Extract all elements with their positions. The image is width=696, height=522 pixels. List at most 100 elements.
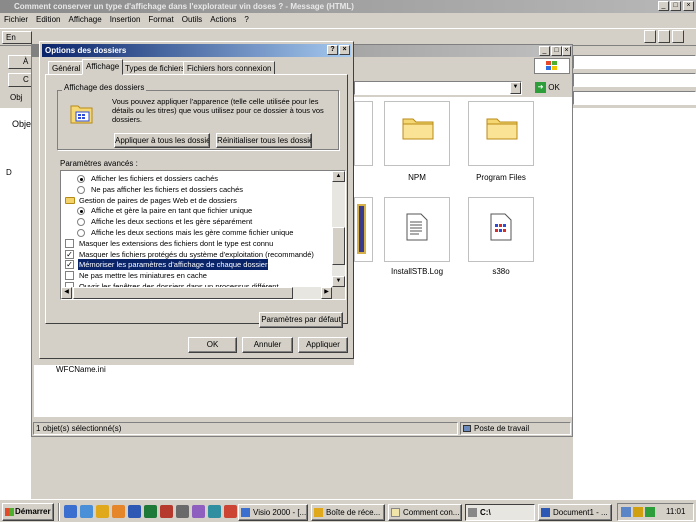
setting-radio[interactable]: [77, 218, 85, 227]
task-inbox[interactable]: Boîte de réce...: [311, 504, 385, 521]
align-center-icon[interactable]: [658, 30, 670, 43]
system-tray: 11:01: [617, 503, 694, 521]
apply-button[interactable]: Appliquer: [298, 337, 348, 353]
folder-icon: [486, 118, 518, 140]
setting-radio[interactable]: [77, 207, 85, 216]
system-file-icon: [490, 213, 512, 241]
menu-outils[interactable]: Outils: [178, 15, 206, 24]
scroll-up-arrow[interactable]: ▲: [332, 171, 345, 182]
to-button[interactable]: À: [8, 55, 33, 69]
quicklaunch-powerpoint-icon[interactable]: [160, 505, 173, 518]
quicklaunch-extra2-icon[interactable]: [208, 505, 221, 518]
tab-types-de-fichiers[interactable]: Types de fichiers: [121, 61, 190, 75]
file-item-s38o[interactable]: [468, 197, 534, 262]
tray-network-icon[interactable]: [621, 507, 631, 517]
file-item-npm[interactable]: [384, 101, 450, 166]
dialog-close-button[interactable]: ×: [339, 45, 350, 55]
maximize-button[interactable]: □: [670, 1, 681, 11]
start-button[interactable]: Démarrer: [2, 503, 54, 521]
menu-help[interactable]: ?: [240, 15, 252, 24]
file-view[interactable]: NPM Program Files InstallSTB.Log s38o: [354, 97, 572, 417]
quicklaunch-extra3-icon[interactable]: [224, 505, 237, 518]
cc-button[interactable]: C: [8, 73, 33, 87]
file-item-partial-2[interactable]: [354, 197, 373, 262]
setting-checkbox[interactable]: [65, 238, 74, 248]
minimize-button[interactable]: _: [658, 1, 669, 11]
setting-label: Masquer les fichiers protégés du système…: [79, 249, 314, 259]
tab-general[interactable]: Général: [48, 61, 85, 75]
task-visio[interactable]: Visio 2000 - [...: [238, 504, 308, 521]
file-item-partial[interactable]: [354, 101, 373, 166]
cancel-button[interactable]: Annuler: [242, 337, 293, 353]
setting-label: Masquer les extensions des fichiers dont…: [79, 238, 274, 248]
quicklaunch-word-icon[interactable]: [128, 505, 141, 518]
file-item-program-files[interactable]: [468, 101, 534, 166]
explorer-maximize-button[interactable]: □: [551, 46, 562, 56]
to-field[interactable]: [573, 55, 696, 69]
menu-actions[interactable]: Actions: [206, 15, 240, 24]
advanced-settings-list[interactable]: Afficher les fichiers et dossiers cachés…: [60, 170, 346, 300]
apply-to-all-folders-button[interactable]: Appliquer à tous les dossiers: [114, 133, 210, 148]
align-right-icon[interactable]: [672, 30, 684, 43]
task-c-drive[interactable]: C:\: [465, 504, 535, 521]
tray-speaker-icon[interactable]: [633, 507, 643, 517]
setting-checkbox[interactable]: ✓: [65, 249, 74, 259]
message-body[interactable]: Obje D: [0, 108, 31, 499]
file-item-installstb[interactable]: [384, 197, 450, 262]
scroll-left-arrow[interactable]: ◀: [61, 287, 72, 299]
task-document1[interactable]: Document1 - ...: [538, 504, 612, 521]
quicklaunch-extra-icon[interactable]: [192, 505, 205, 518]
scroll-thumb[interactable]: [332, 227, 345, 265]
reset-all-folders-button[interactable]: Réinitialiser tous les dossiers: [216, 133, 312, 148]
quicklaunch-excel-icon[interactable]: [144, 505, 157, 518]
quicklaunch-tool-icon[interactable]: [176, 505, 189, 518]
setting-label: Gestion de paires de pages Web et de dos…: [79, 195, 237, 205]
windows-logo-icon: [534, 58, 570, 74]
menu-fichier[interactable]: Fichier: [0, 15, 32, 24]
setting-radio[interactable]: [77, 175, 85, 183]
explorer-close-button[interactable]: ×: [562, 46, 571, 56]
status-location: Poste de travail: [460, 422, 571, 435]
menu-affichage[interactable]: Affichage: [64, 15, 105, 24]
setting-label: Afficher les fichiers et dossiers cachés: [91, 174, 218, 183]
menu-format[interactable]: Format: [144, 15, 177, 24]
setting-radio[interactable]: [77, 229, 85, 237]
align-left-icon[interactable]: [644, 30, 656, 43]
computer-icon: [463, 425, 471, 432]
settings-vscrollbar[interactable]: ▲ ▼: [332, 171, 345, 287]
hscroll-thumb[interactable]: [73, 287, 293, 299]
ok-button[interactable]: OK: [188, 337, 237, 353]
task-comment[interactable]: Comment con...: [388, 504, 462, 521]
quicklaunch-ie-icon[interactable]: [80, 505, 93, 518]
folder-icon: [402, 118, 434, 140]
message-body-right[interactable]: [573, 108, 696, 499]
tab-affichage[interactable]: Affichage: [82, 59, 124, 75]
menu-bar: Fichier Edition Affichage Insertion Format Ou…: [0, 13, 696, 27]
go-button[interactable]: ➜ OK: [535, 81, 569, 95]
tray-app-icon[interactable]: [645, 507, 655, 517]
menu-insertion[interactable]: Insertion: [106, 15, 145, 24]
setting-checkbox[interactable]: ✓: [65, 260, 74, 270]
explorer-minimize-button[interactable]: _: [539, 46, 550, 56]
file-view-left[interactable]: WFCName.ini: [34, 365, 354, 417]
scroll-right-arrow[interactable]: ▶: [321, 287, 332, 299]
advanced-settings-label: Paramètres avancés :: [60, 159, 138, 168]
menu-edition[interactable]: Edition: [32, 15, 64, 24]
send-button[interactable]: En: [2, 31, 32, 44]
quicklaunch-outlook-icon[interactable]: [96, 505, 109, 518]
quicklaunch-desktop-icon[interactable]: [64, 505, 77, 518]
subject-field[interactable]: [573, 91, 696, 105]
tab-fichiers-hors-connexion[interactable]: Fichiers hors connexion: [183, 61, 276, 75]
settings-hscrollbar[interactable]: ◀ ▶: [61, 287, 332, 299]
setting-checkbox[interactable]: [65, 271, 74, 281]
file-label-s38o: s38o: [492, 267, 510, 276]
quicklaunch-media-icon[interactable]: [112, 505, 125, 518]
scroll-down-arrow[interactable]: ▼: [332, 276, 345, 287]
help-button[interactable]: ?: [327, 45, 338, 55]
cc-field[interactable]: [573, 73, 696, 87]
close-button[interactable]: ×: [683, 1, 694, 11]
restore-defaults-button[interactable]: Paramètres par défaut: [259, 312, 343, 328]
setting-radio[interactable]: [77, 185, 85, 194]
address-field[interactable]: ▼: [354, 81, 522, 95]
setting-label: Affiche les deux sections mais les gère …: [91, 228, 294, 237]
